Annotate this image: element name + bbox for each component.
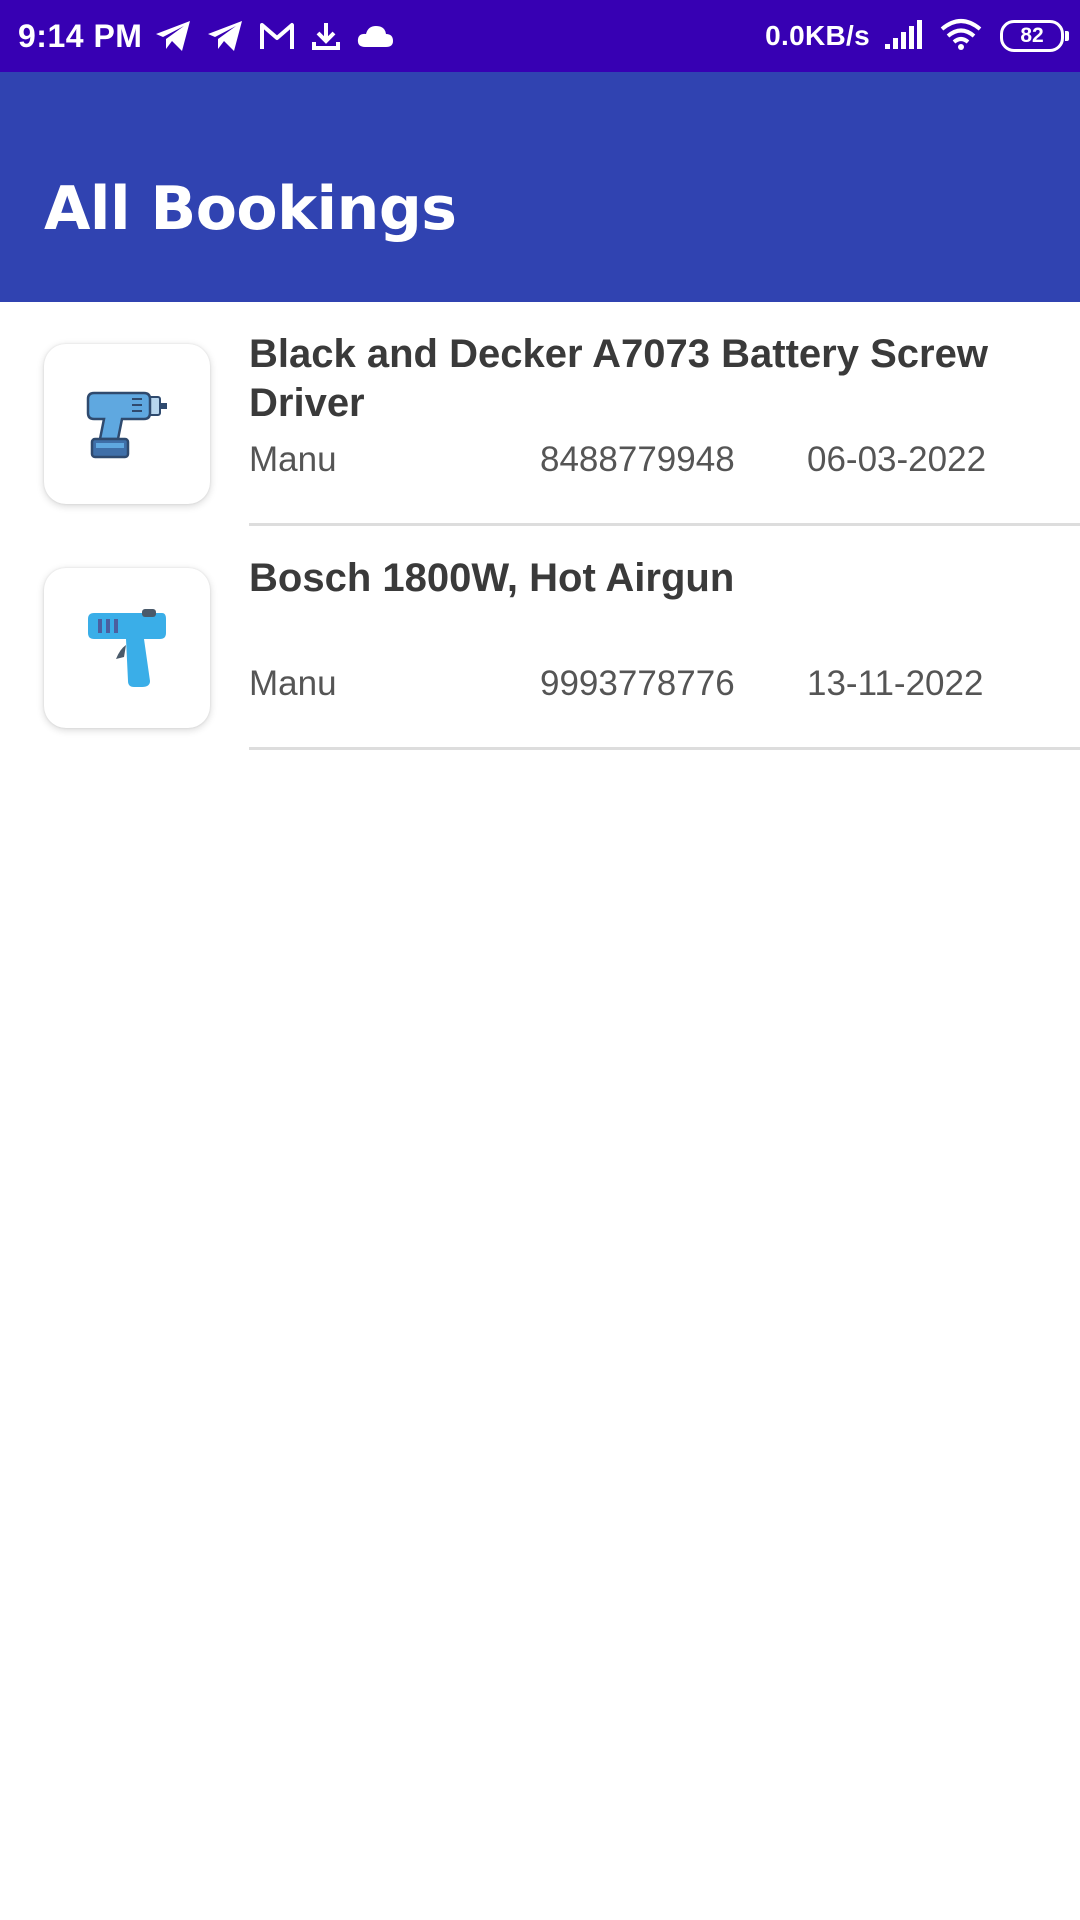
booking-phone: 9993778776 (540, 664, 735, 703)
booking-date: 06-03-2022 (807, 440, 987, 479)
gmail-icon (258, 21, 296, 51)
status-bar: 9:14 PM 0.0KB/s 82 (0, 0, 1080, 72)
app-bar: All Bookings (0, 72, 1080, 302)
booking-customer-name: Manu (249, 440, 337, 479)
list-item[interactable]: Black and Decker A7073 Battery Screw Dri… (0, 302, 1080, 526)
booking-thumbnail (44, 568, 210, 728)
notification-icons (154, 16, 394, 56)
status-time: 9:14 PM (18, 18, 143, 54)
divider (249, 747, 1080, 750)
booking-title: Bosch 1800W, Hot Airgun (249, 556, 735, 600)
signal-icon (884, 18, 926, 55)
booking-date: 13-11-2022 (807, 664, 984, 703)
network-speed: 0.0KB/s (765, 20, 870, 51)
booking-thumbnail (44, 344, 210, 504)
wifi-icon (940, 18, 982, 55)
booking-phone: 8488779948 (540, 440, 735, 479)
hot-air-gun-icon (82, 601, 172, 696)
page-title: All Bookings (44, 174, 457, 244)
cloud-icon (356, 23, 394, 49)
telegram-icon (154, 19, 192, 53)
download-icon (310, 20, 342, 52)
battery-icon: 82 (1000, 20, 1069, 52)
cordless-drill-icon (82, 377, 172, 472)
telegram-icon (206, 19, 244, 53)
booking-title: Black and Decker A7073 Battery Screw Dri… (249, 332, 988, 425)
booking-customer-name: Manu (249, 664, 337, 703)
list-item[interactable]: Bosch 1800W, Hot Airgun Manu 9993778776 … (0, 526, 1080, 750)
booking-list: Black and Decker A7073 Battery Screw Dri… (0, 302, 1080, 750)
status-right: 0.0KB/s 82 (765, 0, 1069, 72)
